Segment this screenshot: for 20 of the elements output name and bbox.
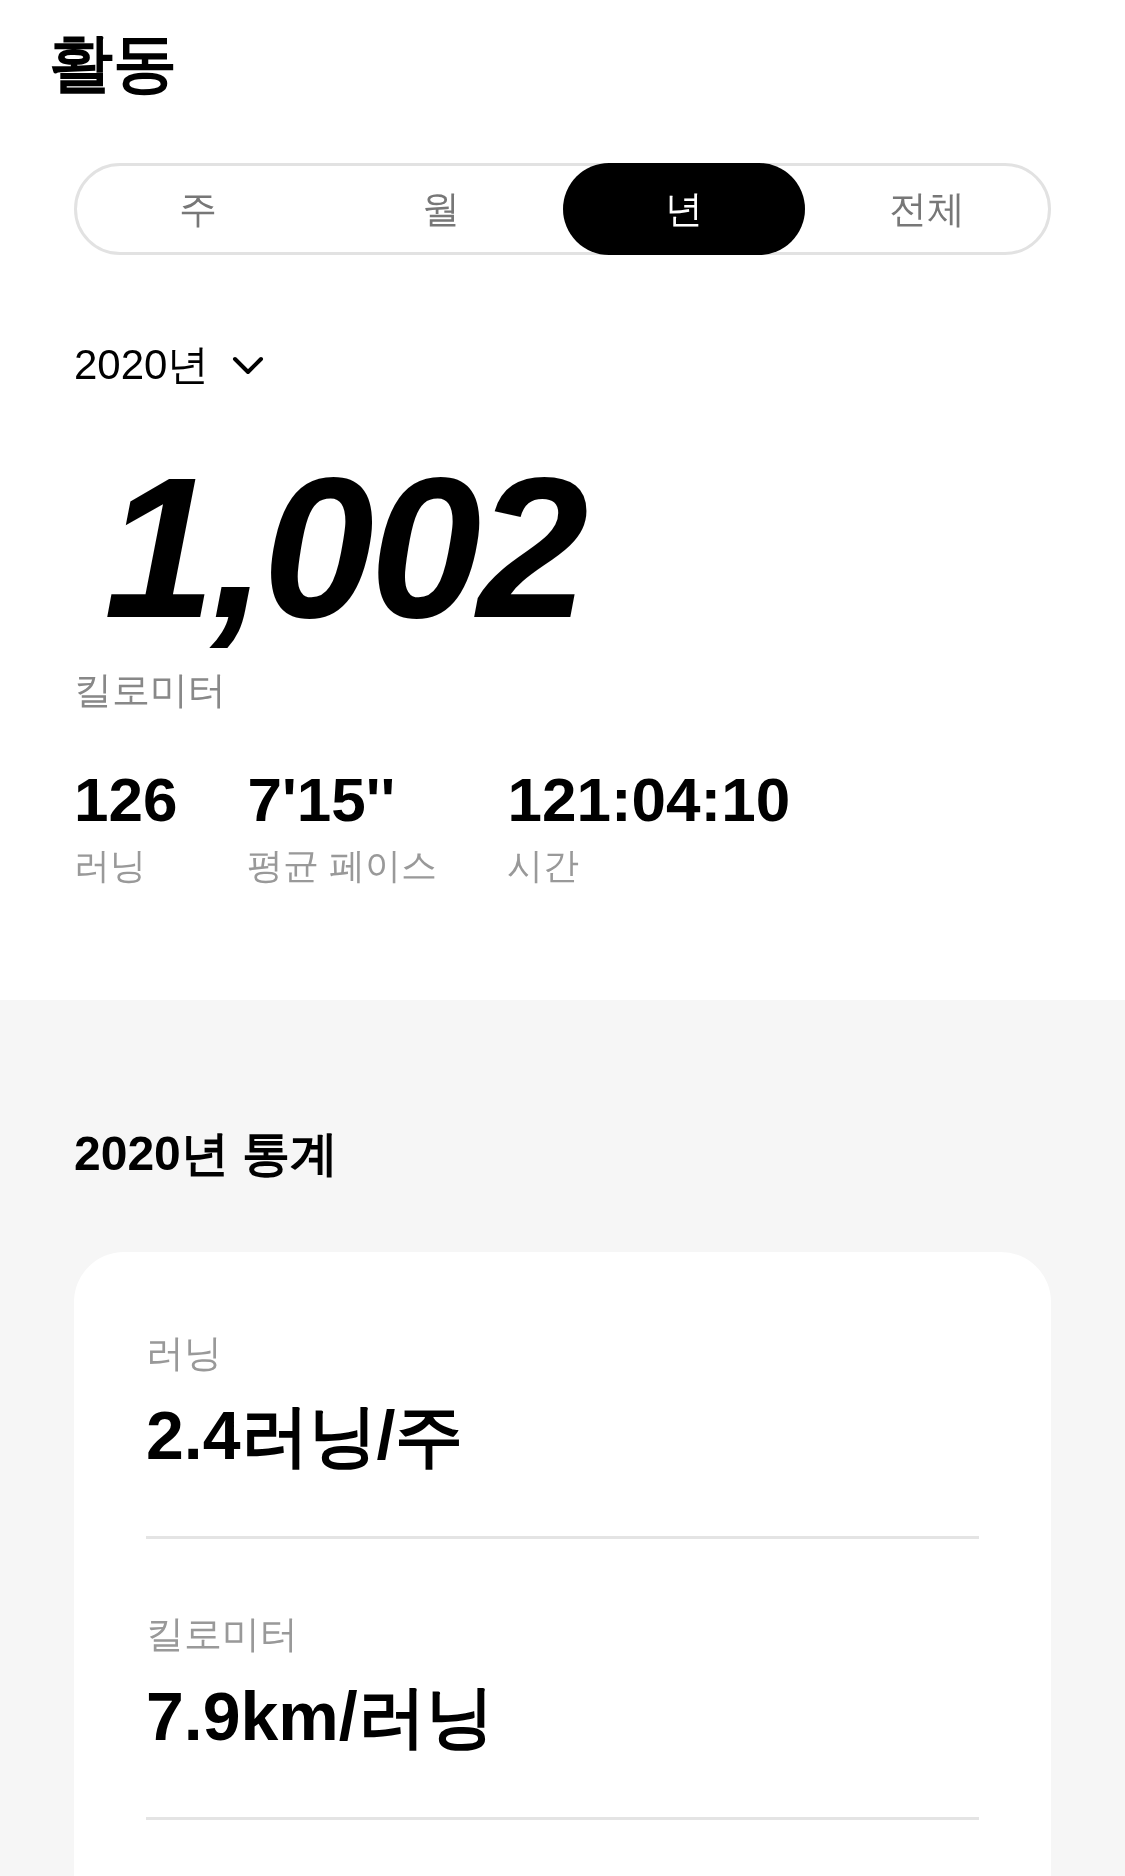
statistic-value: 7.9km/러닝 (146, 1677, 495, 1756)
distance-unit: 킬로미터 (74, 668, 226, 713)
stat-label: 시간 (507, 844, 581, 888)
period-tab[interactable]: 년 (562, 163, 806, 255)
statistic-label: 킬로미터 (146, 1612, 299, 1657)
stat-label: 러닝 (74, 844, 147, 888)
year-dropdown[interactable]: 2020년 (74, 337, 266, 393)
stat-label: 평균 페이스 (247, 844, 438, 888)
page-title: 활동 (49, 26, 177, 101)
statistic-label: 러닝 (146, 1331, 223, 1376)
period-tab[interactable]: 월 (319, 163, 563, 255)
period-tab[interactable]: 전체 (805, 163, 1048, 255)
section-title: 2020년 통계 (74, 1126, 339, 1182)
stat-value: 121:04:10 (507, 764, 791, 836)
period-tab[interactable]: 주 (77, 163, 320, 255)
chevron-down-icon (231, 354, 266, 376)
total-distance: 1,002 (103, 435, 586, 661)
statistic-value: 2.4러닝/주 (146, 1396, 465, 1475)
stat-value: 126 (74, 764, 178, 836)
stat-value: 7'15'' (247, 764, 397, 836)
